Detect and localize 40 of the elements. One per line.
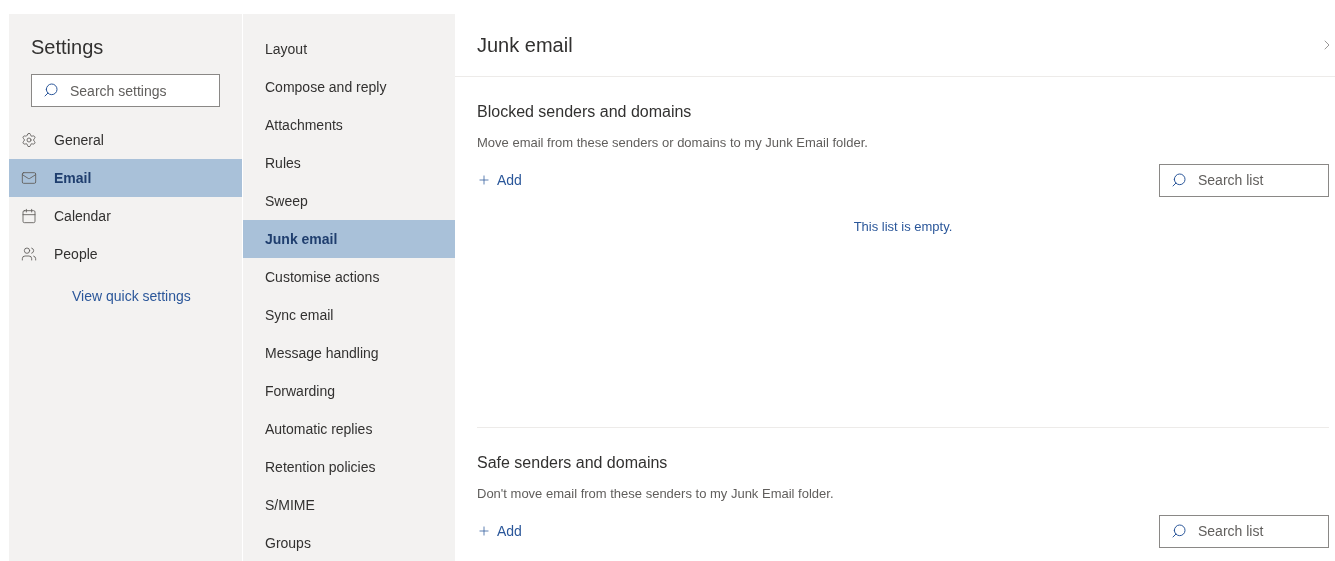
sidebar-item[interactable]: Calendar xyxy=(9,197,242,235)
search-icon xyxy=(1171,522,1187,539)
add-button[interactable]: Add xyxy=(477,520,522,542)
subnav-item[interactable]: Groups xyxy=(243,524,455,561)
subnav-item[interactable]: Rules xyxy=(243,144,455,182)
sidebar-item[interactable]: People xyxy=(9,235,242,273)
subnav-item[interactable]: Sweep xyxy=(243,182,455,220)
add-button[interactable]: Add xyxy=(477,169,522,191)
envelope-icon xyxy=(21,170,37,186)
search-list-field[interactable]: Search list xyxy=(1159,163,1329,197)
section-heading: Safe senders and domains xyxy=(477,453,669,473)
section-heading: Blocked senders and domains xyxy=(477,102,693,122)
settings-title: Settings xyxy=(30,35,105,60)
section-description: Move email from these senders or domains to my Junk Email folder. xyxy=(477,134,869,152)
search-icon xyxy=(43,82,59,98)
subnav-item[interactable]: Customise actions xyxy=(243,258,455,296)
plus-icon xyxy=(477,173,491,187)
panel-title: Junk email xyxy=(477,33,573,58)
subnav-item[interactable]: Sync email xyxy=(243,296,455,334)
subnav-item[interactable]: Message handling xyxy=(243,334,455,372)
sidebar-item[interactable]: General xyxy=(9,121,242,159)
empty-list-message: This list is empty. xyxy=(853,218,953,236)
calendar-icon xyxy=(21,208,37,224)
section-description: Don't move email from these senders to my Junk Email folder. xyxy=(477,485,835,503)
subnav-item[interactable]: Retention policies xyxy=(243,448,455,486)
search-list-field[interactable]: Search list xyxy=(1159,514,1329,548)
search-field[interactable]: Search settings xyxy=(31,74,220,107)
subnav-item[interactable]: Automatic replies xyxy=(243,410,455,448)
people-icon xyxy=(21,246,37,262)
view-quick-settings-link[interactable]: View quick settings xyxy=(72,286,242,307)
subnav-item[interactable]: S/MIME xyxy=(243,486,455,524)
subnav-item[interactable]: Layout xyxy=(243,30,455,68)
subnav-item[interactable]: Junk email xyxy=(243,220,455,258)
subnav-item[interactable]: Compose and reply xyxy=(243,68,455,106)
gear-icon xyxy=(21,132,37,148)
subnav-item[interactable]: Forwarding xyxy=(243,372,455,410)
sidebar-item[interactable]: Email xyxy=(9,159,242,197)
plus-icon xyxy=(477,524,491,538)
search-icon xyxy=(1171,171,1187,188)
subnav-item[interactable]: Attachments xyxy=(243,106,455,144)
